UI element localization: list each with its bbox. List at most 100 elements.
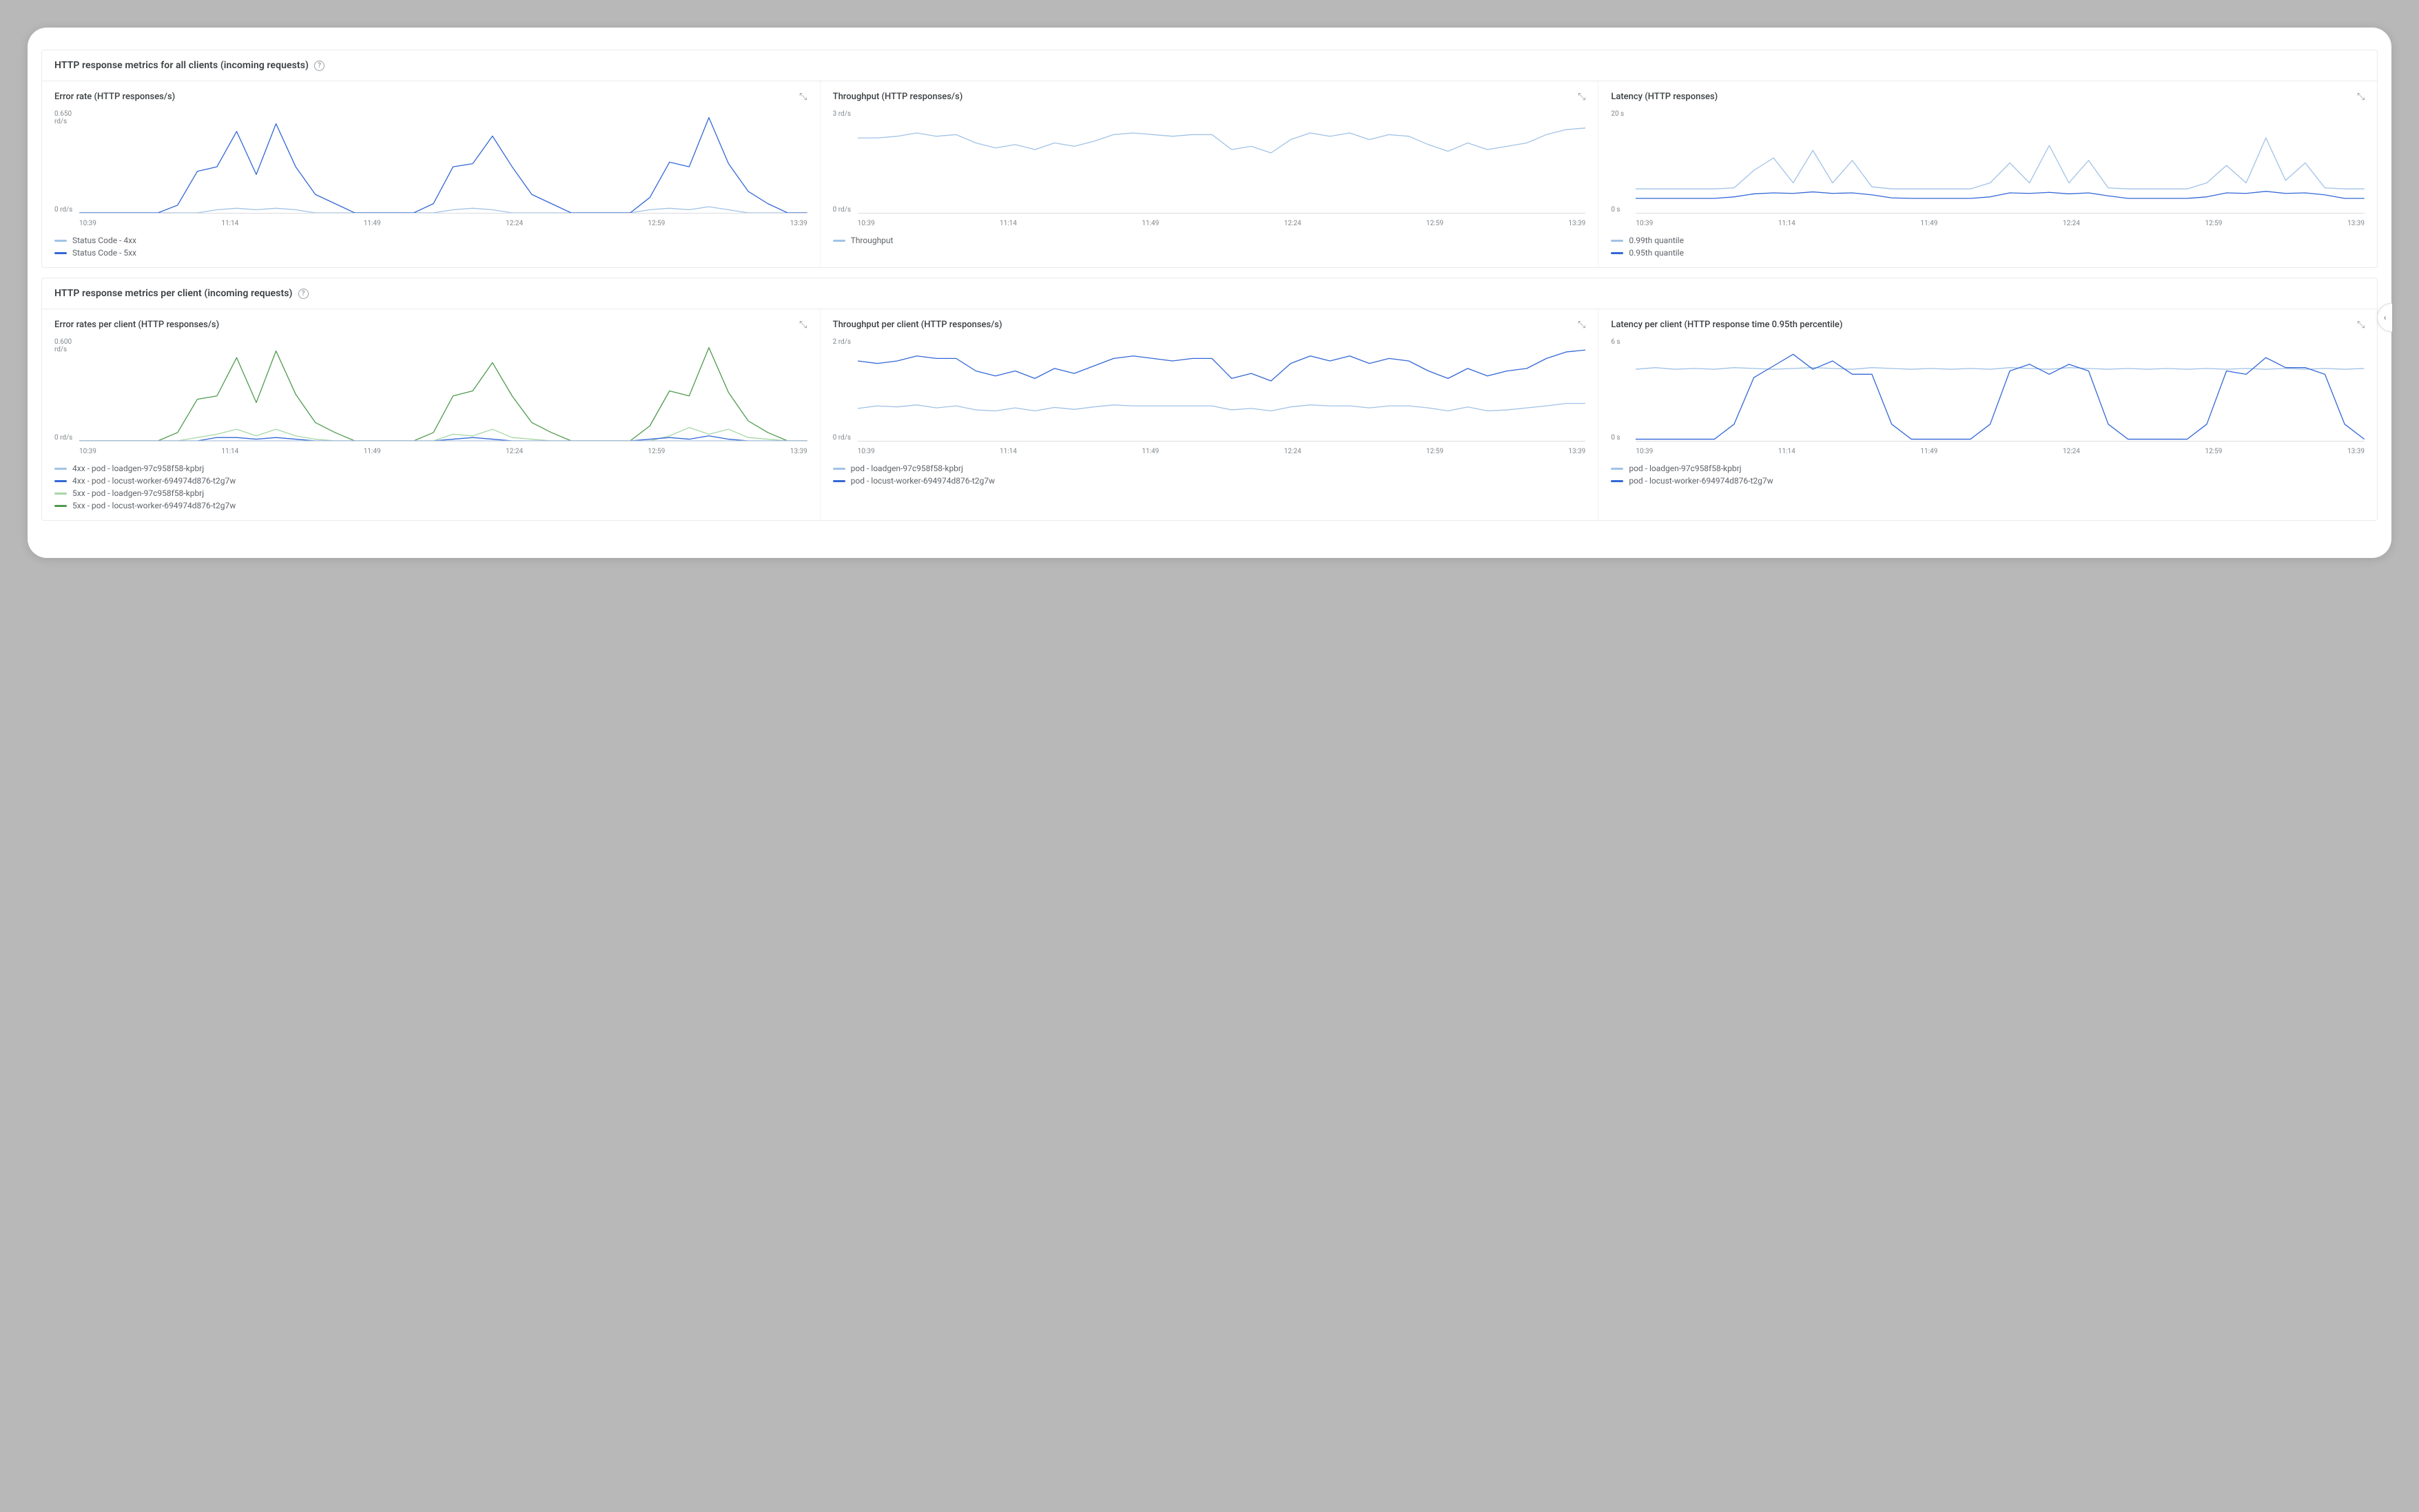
- x-axis-tick: 12:24: [1284, 220, 1301, 227]
- expand-icon[interactable]: [799, 319, 807, 330]
- legend-swatch: [833, 480, 845, 482]
- plot-area: [858, 341, 1586, 442]
- chart-legend: Throughput: [833, 236, 1586, 245]
- x-axis-labels: 10:3911:1411:4912:2412:5913:39: [1636, 448, 2365, 455]
- y-axis-min-label: 0 s: [1611, 434, 1620, 442]
- chart-title: Throughput per client (HTTP responses/s): [833, 320, 1002, 330]
- legend-swatch: [1611, 468, 1623, 470]
- legend-item[interactable]: pod - loadgen-97c958f58-kpbrj: [1611, 464, 2365, 473]
- legend-label: pod - locust-worker-694974d876-t2g7w: [1629, 476, 1773, 486]
- y-axis-max-label: 20 s: [1611, 110, 1624, 118]
- chart-legend: pod - loadgen-97c958f58-kpbrj pod - locus…: [1611, 464, 2365, 486]
- chart-title: Error rates per client (HTTP responses/s…: [54, 320, 219, 330]
- chart-title: Latency (HTTP responses): [1611, 92, 1718, 102]
- legend-swatch: [1611, 252, 1623, 254]
- x-axis-tick: 12:24: [2063, 448, 2080, 455]
- legend-item[interactable]: 0.95th quantile: [1611, 248, 2365, 258]
- legend-swatch: [54, 480, 67, 482]
- legend-label: 5xx - pod - loadgen-97c958f58-kpbrj: [72, 488, 204, 498]
- expand-icon[interactable]: [799, 91, 807, 102]
- x-axis-tick: 10:39: [858, 220, 875, 227]
- x-axis-tick: 10:39: [858, 448, 875, 455]
- x-axis-tick: 10:39: [79, 220, 96, 227]
- x-axis-tick: 12:24: [1284, 448, 1301, 455]
- legend-item[interactable]: 0.99th quantile: [1611, 236, 2365, 245]
- y-axis-min-label: 0 rd/s: [833, 434, 851, 442]
- x-axis-tick: 13:39: [1568, 448, 1585, 455]
- x-axis-tick: 10:39: [1636, 448, 1653, 455]
- x-axis-labels: 10:3911:1411:4912:2412:5913:39: [79, 448, 807, 455]
- legend-swatch: [54, 252, 67, 254]
- plot-area: [1636, 113, 2365, 214]
- expand-icon[interactable]: [2357, 91, 2365, 102]
- x-axis-labels: 10:3911:1411:4912:2412:5913:39: [858, 448, 1586, 455]
- y-axis-min-label: 0 rd/s: [833, 206, 851, 214]
- legend-item[interactable]: pod - locust-worker-694974d876-t2g7w: [833, 476, 1586, 486]
- help-icon[interactable]: ?: [298, 289, 309, 299]
- x-axis-tick: 11:14: [1000, 448, 1017, 455]
- legend-label: pod - locust-worker-694974d876-t2g7w: [851, 476, 995, 486]
- x-axis-labels: 10:3911:1411:4912:2412:5913:39: [858, 220, 1586, 227]
- legend-item[interactable]: pod - locust-worker-694974d876-t2g7w: [1611, 476, 2365, 486]
- chart-body: 0.650 rd/s0 rd/s10:3911:1411:4912:2412:5…: [54, 110, 807, 227]
- legend-swatch: [1611, 480, 1623, 482]
- x-axis-tick: 13:39: [790, 448, 807, 455]
- x-axis-tick: 11:14: [1778, 220, 1795, 227]
- legend-item[interactable]: 5xx - pod - locust-worker-694974d876-t2g…: [54, 501, 807, 510]
- y-axis-max-label: 2 rd/s: [833, 338, 851, 346]
- section-title: HTTP response metrics for all clients (i…: [54, 60, 309, 71]
- y-axis-max-label: 0.650 rd/s: [54, 110, 72, 125]
- x-axis-tick: 13:39: [1568, 220, 1585, 227]
- x-axis-tick: 12:24: [2063, 220, 2080, 227]
- legend-item[interactable]: Status Code - 5xx: [54, 248, 807, 258]
- legend-swatch: [54, 468, 67, 470]
- charts-row: Error rate (HTTP responses/s) 0.650 rd/s…: [42, 81, 2377, 267]
- x-axis-tick: 11:14: [221, 220, 238, 227]
- legend-label: Status Code - 4xx: [72, 236, 136, 245]
- chart-body: 2 rd/s0 rd/s10:3911:1411:4912:2412:5913:…: [833, 338, 1586, 455]
- legend-swatch: [833, 468, 845, 470]
- charts-row: Error rates per client (HTTP responses/s…: [42, 309, 2377, 520]
- x-axis-labels: 10:3911:1411:4912:2412:5913:39: [1636, 220, 2365, 227]
- legend-item[interactable]: 5xx - pod - loadgen-97c958f58-kpbrj: [54, 488, 807, 498]
- y-axis-max-label: 3 rd/s: [833, 110, 851, 118]
- legend-swatch: [54, 505, 67, 507]
- y-axis-max-label: 6 s: [1611, 338, 1620, 346]
- legend-item[interactable]: Throughput: [833, 236, 1586, 245]
- legend-label: 4xx - pod - locust-worker-694974d876-t2g…: [72, 476, 236, 486]
- x-axis-tick: 10:39: [1636, 220, 1653, 227]
- help-icon[interactable]: ?: [314, 61, 325, 71]
- plot-area: [79, 113, 807, 214]
- x-axis-tick: 12:59: [2205, 448, 2223, 455]
- y-axis-min-label: 0 rd/s: [54, 434, 72, 442]
- legend-item[interactable]: 4xx - pod - locust-worker-694974d876-t2g…: [54, 476, 807, 486]
- section-all-clients: HTTP response metrics for all clients (i…: [41, 50, 2378, 268]
- legend-swatch: [833, 240, 845, 242]
- x-axis-tick: 11:14: [221, 448, 238, 455]
- x-axis-tick: 11:14: [1000, 220, 1017, 227]
- chevron-left-icon: ‹: [2384, 313, 2387, 322]
- expand-icon[interactable]: [1578, 319, 1585, 330]
- section-header: HTTP response metrics for all clients (i…: [42, 50, 2377, 81]
- x-axis-tick: 11:49: [1142, 448, 1159, 455]
- legend-label: 5xx - pod - locust-worker-694974d876-t2g…: [72, 501, 236, 510]
- y-axis-min-label: 0 s: [1611, 206, 1620, 214]
- chart-card: Error rate (HTTP responses/s) 0.650 rd/s…: [42, 81, 821, 267]
- expand-icon[interactable]: [1578, 91, 1585, 102]
- chart-body: 3 rd/s0 rd/s10:3911:1411:4912:2412:5913:…: [833, 110, 1586, 227]
- x-axis-tick: 12:24: [506, 220, 523, 227]
- collapse-drawer-button[interactable]: ‹: [2377, 303, 2392, 332]
- legend-item[interactable]: pod - loadgen-97c958f58-kpbrj: [833, 464, 1586, 473]
- legend-item[interactable]: 4xx - pod - loadgen-97c958f58-kpbrj: [54, 464, 807, 473]
- legend-label: pod - loadgen-97c958f58-kpbrj: [851, 464, 963, 473]
- expand-icon[interactable]: [2357, 319, 2365, 330]
- x-axis-tick: 12:59: [2205, 220, 2223, 227]
- dashboard-card: HTTP response metrics for all clients (i…: [28, 28, 2391, 558]
- chart-body: 20 s0 s10:3911:1411:4912:2412:5913:39: [1611, 110, 2365, 227]
- chart-card: Throughput (HTTP responses/s) 3 rd/s0 rd…: [821, 81, 1599, 267]
- x-axis-tick: 12:24: [506, 448, 523, 455]
- x-axis-tick: 12:59: [1426, 220, 1443, 227]
- section-title: HTTP response metrics per client (incomi…: [54, 288, 293, 299]
- legend-item[interactable]: Status Code - 4xx: [54, 236, 807, 245]
- legend-label: 0.99th quantile: [1629, 236, 1684, 245]
